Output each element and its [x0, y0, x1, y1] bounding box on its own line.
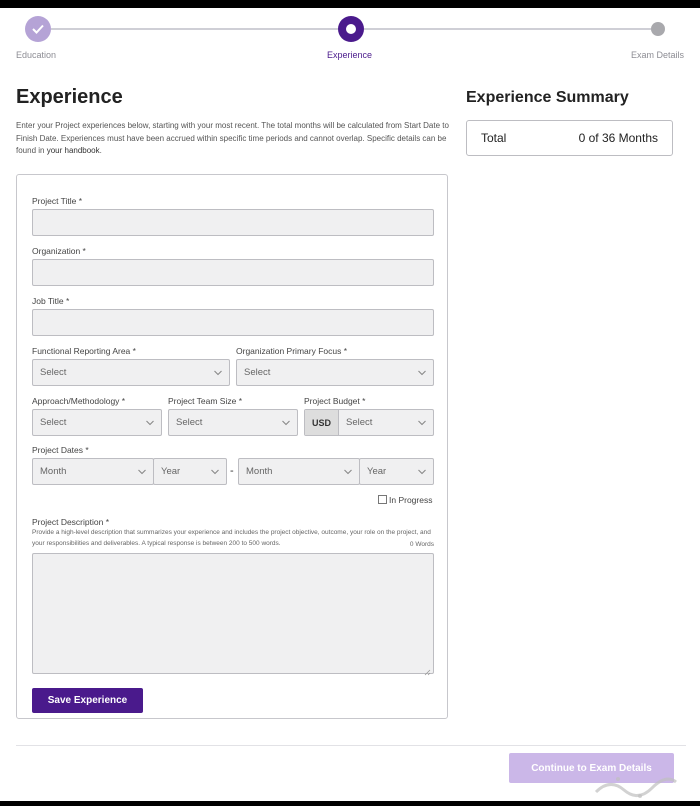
budget-label: Project Budget *	[304, 396, 366, 406]
organization-input[interactable]	[32, 259, 434, 286]
approach-select[interactable]: Select	[32, 409, 162, 436]
currency-usd-badge: USD	[305, 410, 339, 435]
stepper-line-2	[364, 28, 651, 30]
team-size-select[interactable]: Select	[168, 409, 298, 436]
step-label-exam-details[interactable]: Exam Details	[631, 50, 684, 60]
step-label-education[interactable]: Education	[16, 50, 56, 60]
organization-label: Organization *	[32, 246, 86, 256]
summary-title: Experience Summary	[466, 89, 629, 106]
intro-text: Enter your Project experiences below, st…	[16, 120, 451, 158]
approach-label: Approach/Methodology *	[32, 396, 126, 406]
description-help-text: Provide a high-level description that su…	[32, 529, 431, 547]
chevron-down-icon	[146, 419, 154, 427]
chevron-down-icon	[418, 468, 426, 476]
chevron-down-icon	[214, 369, 222, 377]
experience-summary-box: Total 0 of 36 Months	[466, 120, 673, 156]
functional-area-value: Select	[40, 367, 67, 378]
functional-area-label: Functional Reporting Area *	[32, 346, 136, 356]
approach-value: Select	[40, 417, 67, 428]
step-education-check-icon[interactable]	[25, 16, 51, 42]
watermark-logo	[594, 777, 677, 798]
footer-divider	[16, 745, 686, 746]
budget-select[interactable]: USD Select	[304, 409, 434, 436]
step-label-experience[interactable]: Experience	[327, 50, 372, 60]
job-title-label: Job Title *	[32, 296, 70, 306]
end-month-select[interactable]: Month	[238, 458, 360, 485]
team-size-value: Select	[176, 417, 203, 428]
project-dates-label: Project Dates *	[32, 445, 89, 455]
save-experience-button[interactable]: Save Experience	[32, 688, 143, 713]
end-year-value: Year	[367, 466, 387, 477]
step-experience-current-icon[interactable]	[338, 16, 364, 42]
page-title: Experience	[16, 86, 123, 108]
intro-end: .	[99, 146, 102, 155]
end-year-select[interactable]: Year	[359, 458, 434, 485]
project-title-input[interactable]	[32, 209, 434, 236]
description-textarea[interactable]	[32, 553, 434, 676]
chevron-down-icon	[418, 419, 426, 427]
org-focus-label: Organization Primary Focus *	[236, 346, 348, 356]
step-exam-details-icon[interactable]	[651, 22, 665, 36]
word-count: 0 Words	[409, 541, 434, 548]
description-label: Project Description *	[32, 517, 110, 527]
org-focus-value: Select	[244, 367, 271, 378]
chevron-down-icon	[138, 468, 146, 476]
functional-area-select[interactable]: Select	[32, 359, 230, 386]
in-progress-label[interactable]: In Progress	[389, 495, 432, 505]
progress-stepper: Education Experience Exam Details	[0, 8, 700, 78]
chevron-down-icon	[418, 369, 426, 377]
in-progress-checkbox[interactable]	[378, 495, 387, 504]
start-year-select[interactable]: Year	[153, 458, 227, 485]
project-title-label: Project Title *	[32, 196, 83, 206]
start-month-select[interactable]: Month	[32, 458, 154, 485]
start-month-value: Month	[40, 466, 67, 477]
application-page: Education Experience Exam Details Experi…	[0, 8, 700, 801]
org-focus-select[interactable]: Select	[236, 359, 434, 386]
start-year-value: Year	[161, 466, 181, 477]
team-size-label: Project Team Size *	[168, 396, 243, 406]
chevron-down-icon	[282, 419, 290, 427]
stepper-line-1	[51, 28, 338, 30]
handbook-link[interactable]: your handbook	[47, 146, 100, 155]
date-range-separator: -	[230, 465, 234, 477]
budget-value: Select	[346, 417, 373, 428]
chevron-down-icon	[344, 468, 352, 476]
summary-total-label: Total	[481, 131, 507, 145]
chevron-down-icon	[211, 468, 219, 476]
resize-grip-icon[interactable]	[423, 663, 431, 676]
summary-total-value: 0 of 36 Months	[578, 131, 658, 145]
job-title-input[interactable]	[32, 309, 434, 336]
experience-form: Project Title * Organization * Job Title…	[16, 174, 448, 719]
end-month-value: Month	[246, 466, 273, 477]
